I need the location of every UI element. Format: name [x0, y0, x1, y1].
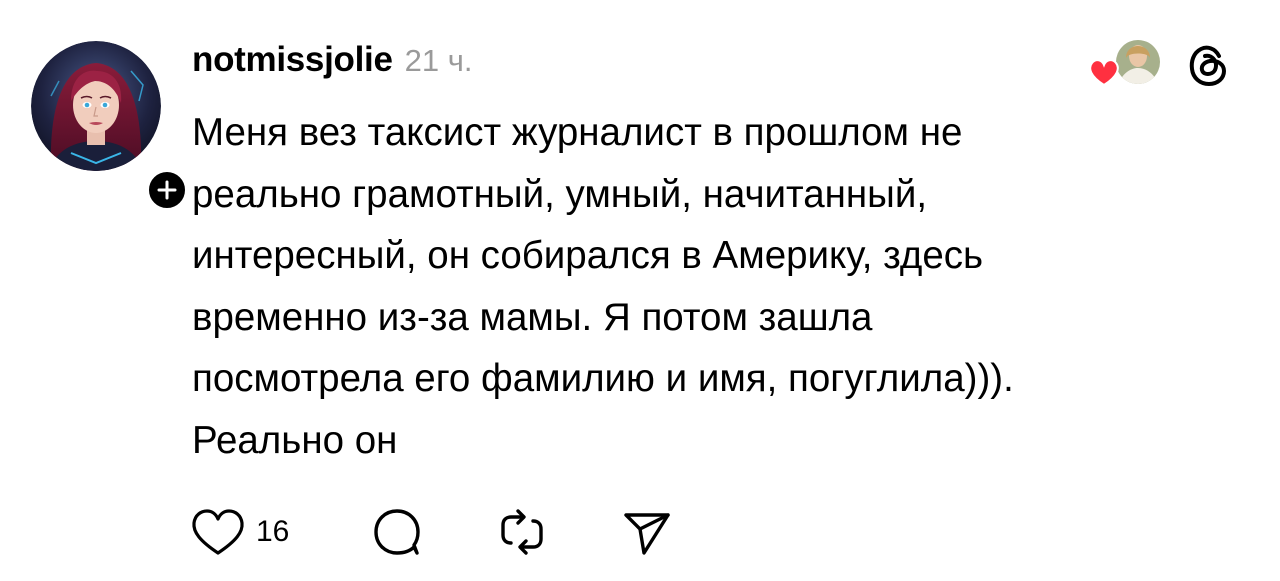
post-text: Меня вез таксист журналист в прошлом не …	[192, 111, 1014, 462]
heart-with-avatar-icon[interactable]	[1088, 38, 1164, 90]
post-timestamp[interactable]: 21 ч.	[405, 43, 473, 79]
author-username[interactable]: notmissjolie	[192, 40, 393, 80]
action-bar: 16	[190, 504, 710, 560]
repost-icon	[501, 509, 543, 555]
avatar[interactable]	[31, 41, 161, 171]
threads-logo-icon[interactable]	[1183, 40, 1233, 90]
like-count: 16	[256, 515, 290, 548]
like-button[interactable]: 16	[190, 504, 289, 560]
send-icon	[624, 513, 670, 555]
author-avatar-container[interactable]	[31, 41, 190, 213]
post-header: notmissjolie 21 ч.	[192, 40, 472, 90]
share-button[interactable]	[620, 504, 674, 560]
repost-button[interactable]	[495, 504, 549, 560]
comment-bubble-icon	[374, 509, 420, 555]
heart-outline-icon	[192, 509, 244, 555]
comment-button[interactable]	[370, 504, 424, 560]
plus-icon	[157, 180, 177, 200]
follow-button[interactable]	[144, 167, 190, 213]
